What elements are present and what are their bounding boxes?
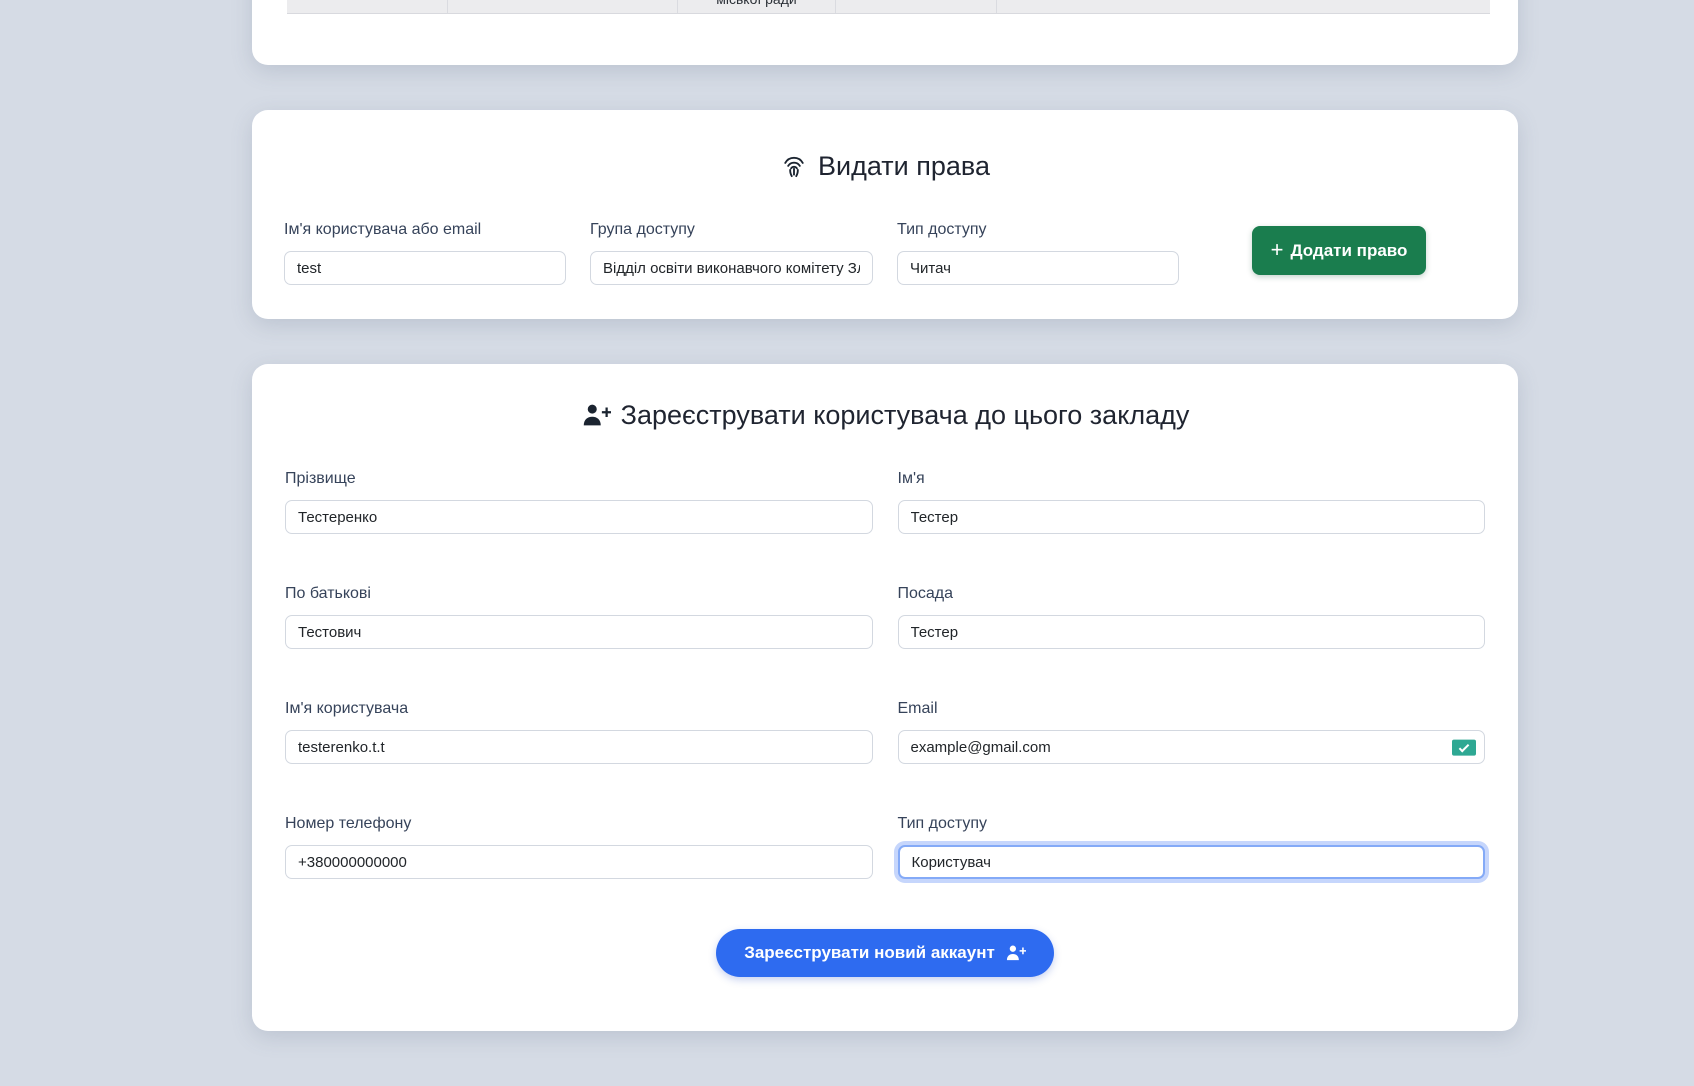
partial-table-card: міської ради (252, 0, 1518, 65)
field-middle-name: По батькові (285, 585, 873, 649)
grant-username-label: Ім'я користувача або email (284, 221, 566, 239)
plus-icon: + (1271, 239, 1284, 261)
table-cell (287, 0, 448, 13)
last-name-input[interactable] (285, 500, 873, 534)
table-cell: міської ради (678, 0, 836, 13)
grant-card-title: Видати права (252, 151, 1518, 182)
field-last-name: Прізвище (285, 470, 873, 534)
grant-form: Ім'я користувача або email Група доступу… (252, 221, 1518, 285)
table-cell (836, 0, 997, 13)
register-card-title-text: Зареєструвати користувача до цього закла… (621, 400, 1190, 431)
field-email: Email (898, 700, 1486, 764)
field-username: Ім'я користувача (285, 700, 873, 764)
table-row: міської ради (287, 0, 1490, 14)
email-input-wrap (898, 730, 1486, 764)
access-type-input[interactable] (898, 845, 1486, 879)
access-type-label: Тип доступу (898, 815, 1486, 833)
add-right-button-label: Додати право (1290, 241, 1407, 261)
position-label: Посада (898, 585, 1486, 603)
envelope-check-icon[interactable] (1452, 740, 1476, 756)
check-mark (1459, 741, 1470, 752)
position-input[interactable] (898, 615, 1486, 649)
grant-field-username: Ім'я користувача або email (284, 221, 566, 285)
grant-group-input[interactable] (590, 251, 873, 285)
fingerprint-icon (780, 153, 808, 181)
envelope-shape (1452, 740, 1476, 756)
register-user-card: Зареєструвати користувача до цього закла… (252, 364, 1518, 1031)
middle-name-label: По батькові (285, 585, 873, 603)
register-card-title: Зареєструвати користувача до цього закла… (252, 400, 1518, 431)
field-position: Посада (898, 585, 1486, 649)
grant-group-label: Група доступу (590, 221, 873, 239)
middle-name-input[interactable] (285, 615, 873, 649)
grant-card-title-text: Видати права (818, 151, 990, 182)
person-plus-icon (1005, 943, 1026, 964)
table-fragment: міської ради (287, 0, 1490, 14)
field-phone: Номер телефону (285, 815, 873, 879)
table-cell-text: міської ради (678, 0, 835, 7)
field-access-type: Тип доступу (898, 815, 1486, 879)
grant-username-input[interactable] (284, 251, 566, 285)
register-account-button[interactable]: Зареєструвати новий аккаунт (716, 929, 1054, 977)
first-name-input[interactable] (898, 500, 1486, 534)
phone-label: Номер телефону (285, 815, 873, 833)
grant-rights-card: Видати права Ім'я користувача або email … (252, 110, 1518, 319)
table-cell (448, 0, 678, 13)
register-account-button-label: Зареєструвати новий аккаунт (744, 943, 995, 963)
add-right-button[interactable]: + Додати право (1252, 226, 1426, 275)
table-cell (997, 0, 1490, 13)
field-first-name: Ім'я (898, 470, 1486, 534)
last-name-label: Прізвище (285, 470, 873, 488)
email-input[interactable] (898, 730, 1486, 764)
first-name-label: Ім'я (898, 470, 1486, 488)
email-label: Email (898, 700, 1486, 718)
submit-row: Зареєструвати новий аккаунт (252, 929, 1518, 977)
grant-access-type-label: Тип доступу (897, 221, 1179, 239)
person-plus-icon (581, 401, 611, 431)
grant-access-type-input[interactable] (897, 251, 1179, 285)
phone-input[interactable] (285, 845, 873, 879)
register-form: Прізвище Ім'я По батькові Посада Ім'я ко… (252, 470, 1518, 879)
grant-field-access-type: Тип доступу (897, 221, 1179, 285)
username-label: Ім'я користувача (285, 700, 873, 718)
username-input[interactable] (285, 730, 873, 764)
grant-field-group: Група доступу (590, 221, 873, 285)
